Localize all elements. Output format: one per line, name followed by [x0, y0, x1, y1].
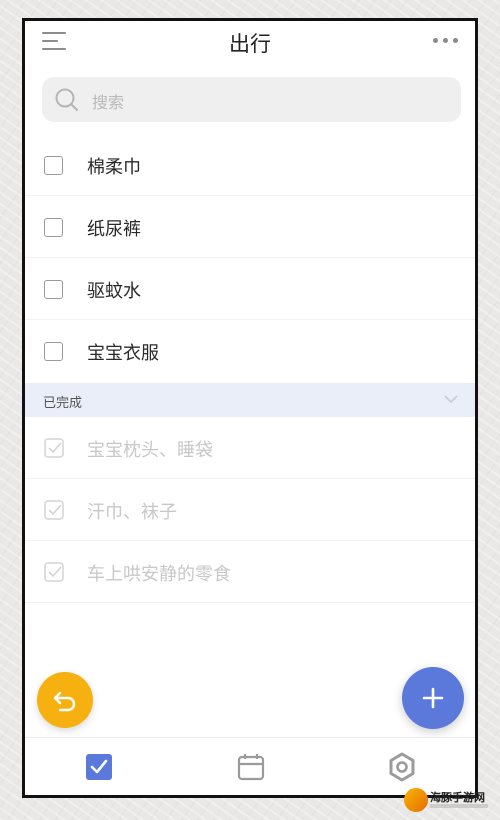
- todo-item[interactable]: 棉柔巾: [25, 134, 475, 196]
- completed-item-label: 汗巾、袜子: [87, 502, 177, 523]
- app-header: 出行: [25, 21, 475, 65]
- todo-item[interactable]: 宝宝衣服: [25, 320, 475, 382]
- completed-item-label: 车上哄安静的零食: [87, 564, 231, 585]
- watermark: 海豚手游网: [402, 786, 494, 816]
- checkbox[interactable]: [44, 218, 63, 237]
- todo-item-label: 纸尿裤: [87, 219, 141, 240]
- watermark-text: 海豚手游网: [430, 791, 485, 804]
- completed-item[interactable]: 车上哄安静的零食: [25, 541, 475, 603]
- todo-item-label: 棉柔巾: [87, 157, 141, 178]
- checkbox[interactable]: [44, 342, 63, 361]
- completed-item-label: 宝宝枕头、睡袋: [87, 440, 213, 461]
- app-screen: 出行 搜索 棉柔巾 纸尿裤 驱蚊水 宝宝衣服 已完成 宝宝枕头、睡袋 汗巾、袜子…: [22, 18, 478, 798]
- chevron-down-icon[interactable]: [443, 393, 459, 405]
- search-icon: [55, 88, 78, 111]
- add-item-button[interactable]: [402, 667, 464, 729]
- completed-section-header[interactable]: 已完成: [25, 383, 475, 417]
- undo-icon: [53, 691, 76, 712]
- completed-item[interactable]: 汗巾、袜子: [25, 479, 475, 541]
- checked-checkbox-icon[interactable]: [44, 561, 66, 583]
- page-title: 出行: [229, 32, 271, 56]
- search-placeholder: 搜索: [92, 93, 125, 112]
- divider: [25, 602, 475, 603]
- todo-item-label: 宝宝衣服: [87, 343, 159, 364]
- checked-checkbox-icon[interactable]: [44, 437, 66, 459]
- todo-item-label: 驱蚊水: [87, 281, 141, 302]
- checkbox[interactable]: [44, 280, 63, 299]
- checked-checkbox-icon[interactable]: [44, 499, 66, 521]
- checkbox-icon[interactable]: [84, 752, 114, 782]
- undo-button[interactable]: [37, 672, 93, 728]
- checkbox[interactable]: [44, 156, 63, 175]
- completed-section-label: 已完成: [43, 396, 83, 411]
- completed-item[interactable]: 宝宝枕头、睡袋: [25, 417, 475, 479]
- watermark-subline: [430, 804, 488, 808]
- watermark-logo: [404, 788, 428, 812]
- gear-icon[interactable]: [387, 752, 417, 782]
- search-input[interactable]: 搜索: [42, 77, 461, 122]
- more-options-icon[interactable]: [433, 38, 459, 44]
- todo-item[interactable]: 纸尿裤: [25, 196, 475, 258]
- calendar-icon[interactable]: [236, 752, 266, 782]
- todo-item[interactable]: 驱蚊水: [25, 258, 475, 320]
- plus-icon: [422, 687, 444, 709]
